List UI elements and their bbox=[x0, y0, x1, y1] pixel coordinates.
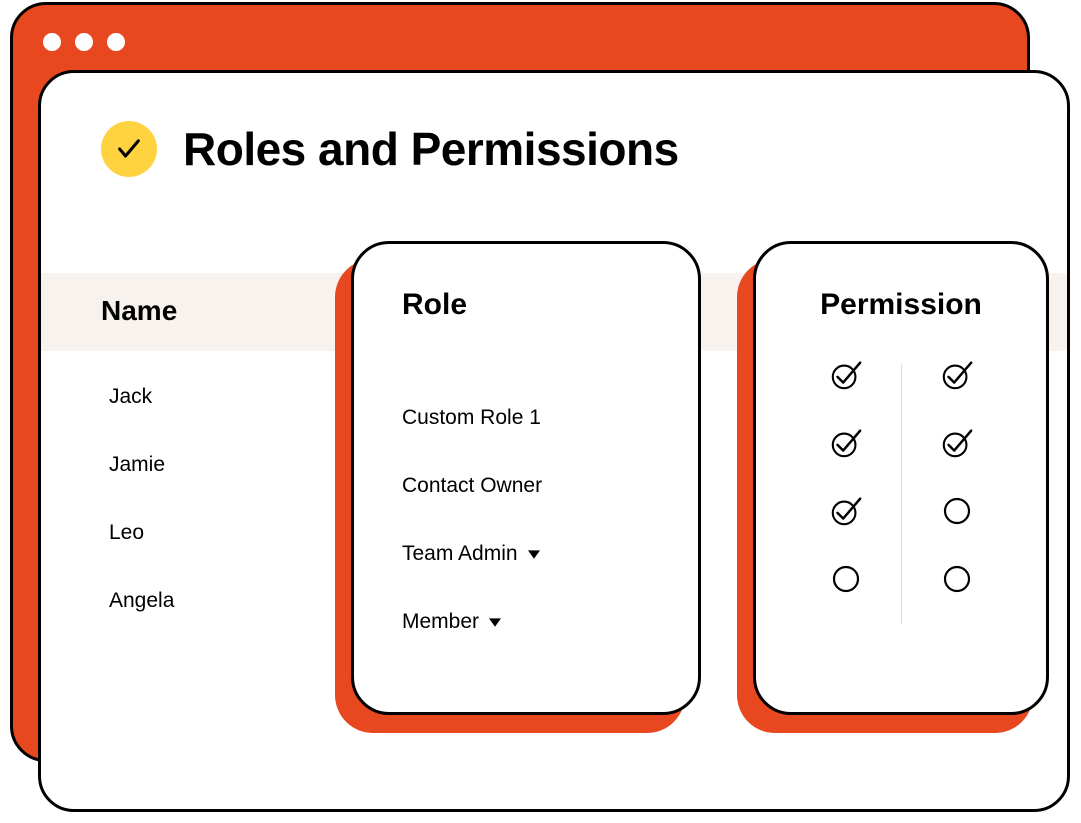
permission-card: Permission bbox=[753, 241, 1049, 715]
role-label: Contact Owner bbox=[402, 474, 542, 498]
name-column-header: Name bbox=[101, 295, 177, 327]
role-column-header: Role bbox=[402, 288, 658, 322]
permission-toggle[interactable] bbox=[940, 426, 974, 460]
window-dot bbox=[75, 33, 93, 51]
role-label: Member bbox=[402, 610, 479, 634]
user-name: Jamie bbox=[109, 453, 174, 477]
permission-toggle[interactable] bbox=[829, 494, 863, 528]
permission-grid bbox=[756, 358, 1046, 596]
user-name: Angela bbox=[109, 589, 174, 613]
role-label: Custom Role 1 bbox=[402, 406, 541, 430]
name-list: Jack Jamie Leo Angela bbox=[109, 385, 174, 657]
permission-toggle[interactable] bbox=[829, 358, 863, 392]
role-value: Custom Role 1 bbox=[402, 384, 658, 452]
permission-toggle[interactable] bbox=[940, 562, 974, 596]
permission-column-header: Permission bbox=[756, 288, 1046, 322]
check-badge-icon bbox=[101, 121, 157, 177]
permission-toggle[interactable] bbox=[829, 562, 863, 596]
role-dropdown[interactable]: Team Admin bbox=[402, 520, 658, 588]
role-dropdown[interactable]: Member bbox=[402, 588, 658, 656]
caret-down-icon bbox=[489, 610, 501, 634]
permission-toggle[interactable] bbox=[940, 494, 974, 528]
page-header: Roles and Permissions bbox=[101, 121, 679, 177]
role-card: Role Custom Role 1 Contact Owner Team Ad… bbox=[351, 241, 701, 715]
main-window: Roles and Permissions Name Jack Jamie Le… bbox=[38, 70, 1070, 812]
caret-down-icon bbox=[528, 542, 540, 566]
window-dot bbox=[43, 33, 61, 51]
user-name: Jack bbox=[109, 385, 174, 409]
window-controls bbox=[43, 33, 125, 51]
permission-toggle[interactable] bbox=[829, 426, 863, 460]
permission-toggle[interactable] bbox=[940, 358, 974, 392]
window-dot bbox=[107, 33, 125, 51]
permission-divider bbox=[901, 364, 902, 624]
role-label: Team Admin bbox=[402, 542, 518, 566]
user-name: Leo bbox=[109, 521, 174, 545]
role-value: Contact Owner bbox=[402, 452, 658, 520]
page-title: Roles and Permissions bbox=[183, 122, 679, 176]
